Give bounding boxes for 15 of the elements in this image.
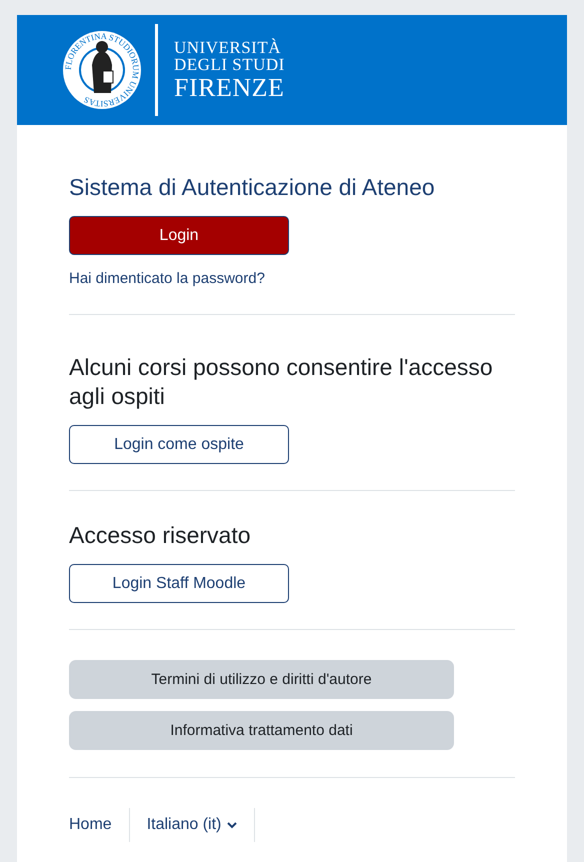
policy-button[interactable]: Termini di utilizzo e diritti d'autore [69,660,454,699]
section-heading: Accesso riservato [69,521,252,550]
login-button[interactable]: Login come ospite [69,425,289,464]
forgot-password-link[interactable]: Hai dimenticato la password? [69,270,265,287]
login-button[interactable]: Login [69,216,289,255]
section-heading: Sistema di Autenticazione di Ateneo [69,173,436,202]
university-name: FIRENZE [174,75,285,101]
chevron-down-icon [227,822,238,828]
section-heading: Alcuni corsi possono consentire l'accesso agli ospiti [69,353,494,411]
policy-button[interactable]: Informativa trattamento dati [69,711,454,750]
language-menu[interactable]: Italiano (it) [130,808,256,842]
home-link[interactable]: Home [69,808,130,842]
university-name: UNIVERSITÀ [174,39,282,56]
login-button[interactable]: Login Staff Moodle [69,564,289,603]
university-name: DEGLI STUDI [174,56,285,73]
